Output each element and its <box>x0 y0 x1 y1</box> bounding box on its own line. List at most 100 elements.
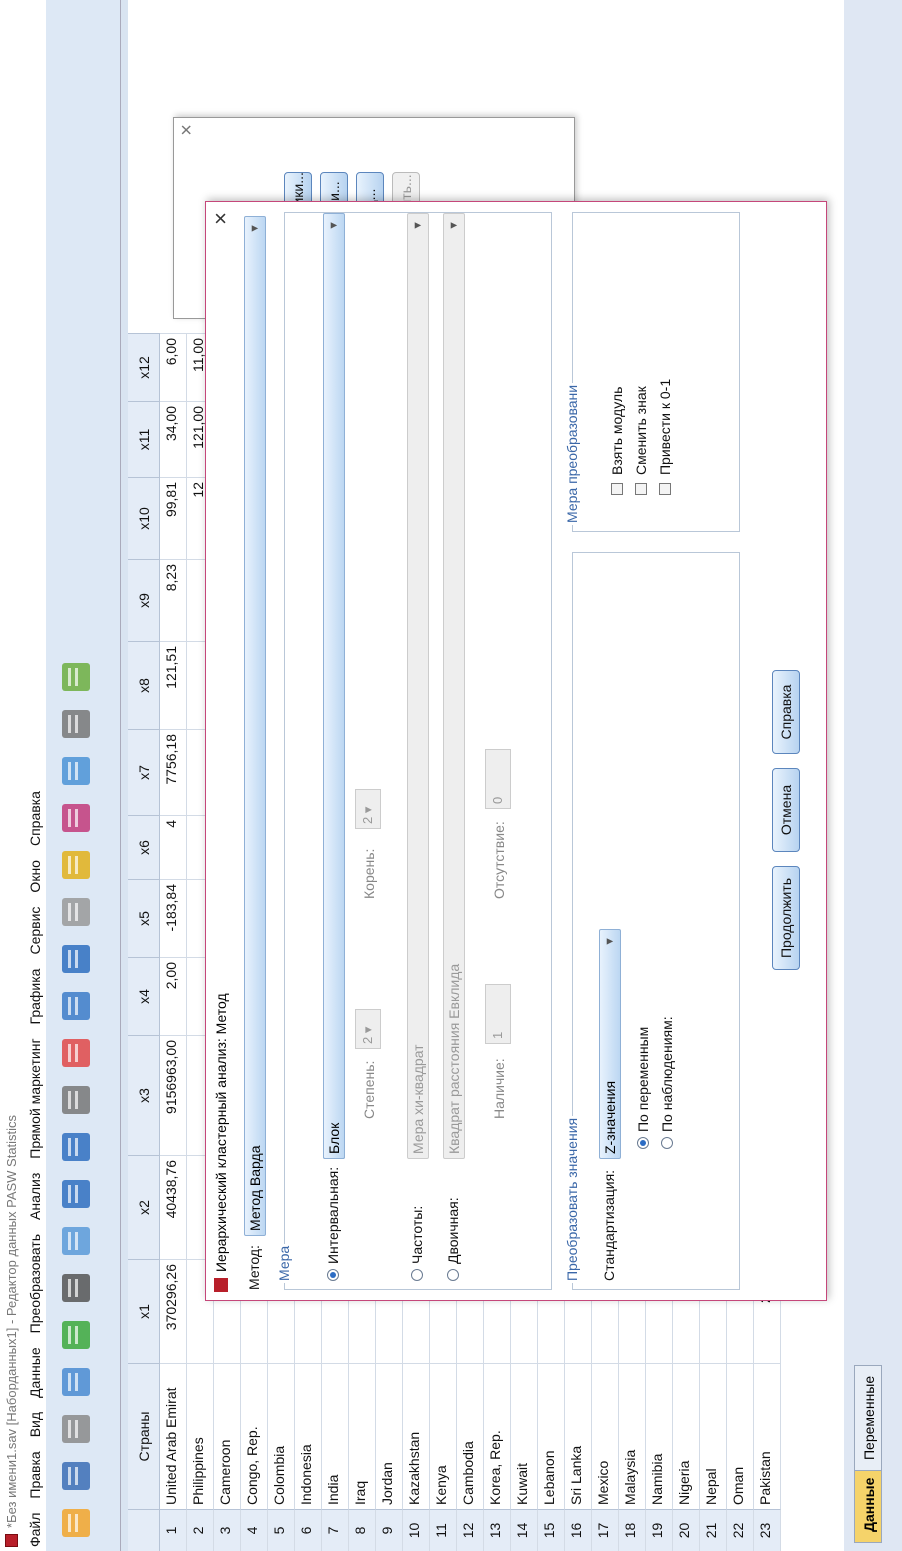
goto-variable-icon[interactable] <box>56 1170 102 1214</box>
table-cell[interactable]: Jordan <box>376 1363 403 1509</box>
table-cell[interactable]: Pakistan <box>754 1363 781 1509</box>
column-header[interactable]: x7 <box>128 729 160 815</box>
column-header[interactable]: Страны <box>128 1363 160 1509</box>
insert-variable-icon[interactable] <box>56 982 102 1026</box>
menu-item-10[interactable]: Справка <box>27 791 43 846</box>
absent-input[interactable]: 0 <box>485 749 511 809</box>
table-cell[interactable]: 2,00 <box>160 957 187 1035</box>
menu-item-3[interactable]: Данные <box>27 1347 43 1398</box>
column-header[interactable]: x11 <box>128 401 160 477</box>
goto-case-icon[interactable] <box>56 1217 102 1261</box>
table-cell[interactable]: 40438,76 <box>160 1155 187 1259</box>
table-cell[interactable]: India <box>322 1363 349 1509</box>
table-cell[interactable]: Mexico <box>592 1363 619 1509</box>
row-number[interactable]: 21 <box>700 1509 727 1551</box>
tab-variable-view[interactable]: Переменные <box>854 1364 882 1471</box>
table-cell[interactable]: 9156963,00 <box>160 1035 187 1155</box>
table-cell[interactable]: Congo, Rep. <box>241 1363 268 1509</box>
table-cell[interactable]: Cameroon <box>214 1363 241 1509</box>
table-cell[interactable]: Oman <box>727 1363 754 1509</box>
column-header[interactable]: x8 <box>128 641 160 729</box>
by-case-radio[interactable]: По наблюдениям: <box>659 1016 675 1149</box>
table-cell[interactable]: 99,81 <box>160 477 187 559</box>
row-number[interactable]: 22 <box>727 1509 754 1551</box>
table-cell[interactable]: Philippines <box>187 1363 214 1509</box>
power-select[interactable]: 2 ▾ <box>355 1009 381 1049</box>
abs-values-checkbox[interactable]: Взять модуль <box>609 387 625 495</box>
open-icon[interactable] <box>56 1499 102 1543</box>
root-select[interactable]: 2 ▾ <box>355 789 381 829</box>
table-cell[interactable]: Lebanon <box>538 1363 565 1509</box>
table-cell[interactable]: 121,51 <box>160 641 187 729</box>
table-cell[interactable]: Nepal <box>700 1363 727 1509</box>
column-header[interactable]: x5 <box>128 879 160 957</box>
variables-icon[interactable] <box>56 1123 102 1167</box>
change-sign-checkbox[interactable]: Сменить знак <box>633 386 649 495</box>
table-cell[interactable]: Korea, Rep. <box>484 1363 511 1509</box>
row-number[interactable]: 13 <box>484 1509 511 1551</box>
interval-select-field[interactable]: Блок ▼ <box>323 213 345 1159</box>
table-cell[interactable]: Kenya <box>430 1363 457 1509</box>
table-cell[interactable]: Colombia <box>268 1363 295 1509</box>
row-number[interactable]: 8 <box>349 1509 376 1551</box>
row-number[interactable]: 6 <box>295 1509 322 1551</box>
close-icon[interactable]: × <box>208 212 234 225</box>
row-number[interactable]: 15 <box>538 1509 565 1551</box>
row-number[interactable]: 1 <box>160 1509 187 1551</box>
binary-select[interactable]: Квадрат расстояния Евклида ▼ <box>443 213 465 1159</box>
insert-cases-icon[interactable] <box>56 1029 102 1073</box>
menu-item-0[interactable]: Файл <box>27 1513 43 1547</box>
table-cell[interactable]: Cambodia <box>457 1363 484 1509</box>
table-cell[interactable]: 34,00 <box>160 401 187 477</box>
redo-icon[interactable] <box>56 1264 102 1308</box>
table-cell[interactable]: Indonesia <box>295 1363 322 1509</box>
save-icon[interactable] <box>56 1452 102 1496</box>
table-cell[interactable]: United Arab Emirat <box>160 1363 187 1509</box>
column-header[interactable]: x3 <box>128 1035 160 1155</box>
binary-radio[interactable]: Двоичная: <box>445 1197 461 1281</box>
table-cell[interactable]: -183,84 <box>160 879 187 957</box>
value-labels-icon[interactable] <box>56 794 102 838</box>
column-header[interactable]: x2 <box>128 1155 160 1259</box>
column-header[interactable]: x6 <box>128 815 160 879</box>
standardize-select[interactable]: Z-значения ▼ <box>599 929 621 1159</box>
row-number[interactable]: 23 <box>754 1509 781 1551</box>
menu-item-7[interactable]: Графика <box>27 969 43 1025</box>
row-number[interactable]: 4 <box>241 1509 268 1551</box>
recall-dialog-icon[interactable] <box>56 1358 102 1402</box>
row-number[interactable]: 16 <box>565 1509 592 1551</box>
counts-select[interactable]: Мера хи-квадрат ▼ <box>407 213 429 1159</box>
row-number[interactable]: 20 <box>673 1509 700 1551</box>
row-number[interactable]: 7 <box>322 1509 349 1551</box>
row-number[interactable]: 2 <box>187 1509 214 1551</box>
find-icon[interactable] <box>56 1076 102 1120</box>
column-header[interactable]: x10 <box>128 477 160 559</box>
row-number[interactable]: 19 <box>646 1509 673 1551</box>
menu-item-1[interactable]: Правка <box>27 1451 43 1498</box>
menu-item-4[interactable]: Преобразовать <box>27 1234 43 1333</box>
row-number[interactable]: 10 <box>403 1509 430 1551</box>
table-cell[interactable]: Kazakhstan <box>403 1363 430 1509</box>
row-number[interactable]: 18 <box>619 1509 646 1551</box>
column-header[interactable]: x12 <box>128 333 160 401</box>
column-header[interactable]: x9 <box>128 559 160 641</box>
menu-item-9[interactable]: Окно <box>27 860 43 893</box>
menu-item-5[interactable]: Анализ <box>27 1173 43 1220</box>
row-number[interactable]: 11 <box>430 1509 457 1551</box>
corner-cell[interactable] <box>128 1509 160 1551</box>
table-cell[interactable]: Nigeria <box>673 1363 700 1509</box>
table-cell[interactable]: 8,23 <box>160 559 187 641</box>
column-header[interactable]: x4 <box>128 957 160 1035</box>
spell-check-icon[interactable] <box>56 653 102 697</box>
cancel-button[interactable]: Отмена <box>772 768 800 852</box>
table-cell[interactable]: Kuwait <box>511 1363 538 1509</box>
tab-data-view[interactable]: Данные <box>854 1466 882 1543</box>
show-all-icon[interactable] <box>56 700 102 744</box>
by-variable-radio[interactable]: По переменным <box>635 1027 651 1149</box>
rescale-checkbox[interactable]: Привести к 0-1 <box>657 379 673 495</box>
continue-button[interactable]: Продолжить <box>772 866 800 970</box>
table-cell[interactable]: Namibia <box>646 1363 673 1509</box>
menu-item-8[interactable]: Сервис <box>27 907 43 955</box>
table-cell[interactable]: 4 <box>160 815 187 879</box>
counts-radio[interactable]: Частоты: <box>409 1206 425 1281</box>
